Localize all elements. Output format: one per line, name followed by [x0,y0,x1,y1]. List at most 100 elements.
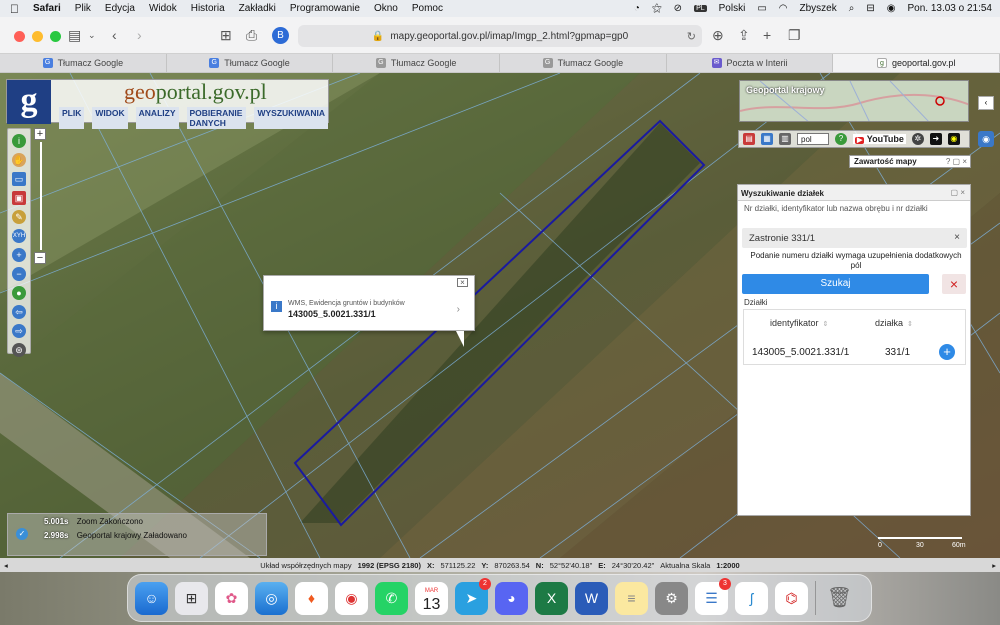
print-icon[interactable]: ⎙ [246,26,257,44]
language-select[interactable]: pol [797,133,829,145]
login-arrow-icon[interactable]: ➜ [929,133,942,145]
map-contents-controls[interactable]: ? ▢ × [946,156,967,168]
wifi-icon[interactable]: ◠ [779,3,788,14]
info-tool-icon[interactable]: i [12,134,26,148]
shazam-icon[interactable]: ʃ [735,581,768,615]
zoom-in-tool-icon[interactable]: + [12,248,26,262]
search-panel-window-controls[interactable]: ▢ × [951,188,965,197]
chevron-right-icon[interactable]: › [457,304,460,315]
contrast-eye-icon[interactable]: ◉ [947,133,960,145]
tab-tlumacz-3[interactable]: G Tłumacz Google [333,54,501,72]
parcel-search-input[interactable]: Zastronie 331/1 × [742,228,967,248]
chevron-down-icon[interactable]: ⌄ [88,26,96,44]
notification-icon[interactable]: ◔ [634,3,640,14]
share-icon[interactable]: ⇪ [738,26,750,44]
tab-tlumacz-4[interactable]: G Tłumacz Google [500,54,667,72]
menu-item-widok[interactable]: Widok [149,3,177,14]
zoom-out-tool-icon[interactable]: − [12,267,26,281]
launchpad-icon[interactable]: ⊞ [175,581,208,615]
tabs-icon[interactable]: ❐ [788,26,801,44]
acrobat-icon[interactable]: ⌬ [775,581,808,615]
search-button[interactable]: Szukaj [742,274,929,294]
excel-icon[interactable]: X [535,581,568,615]
collapse-icon[interactable]: ‹ [978,96,994,110]
next-view-icon[interactable]: ⇨ [12,324,26,338]
popup-close-button[interactable]: × [457,278,468,287]
reload-icon[interactable]: ↻ [687,30,696,43]
sort-icon[interactable]: ⇕ [823,321,829,328]
help-icon[interactable]: ? [835,133,847,145]
whatsapp-icon[interactable]: ✆ [375,581,408,615]
reminders-icon[interactable]: ☰ 3 [695,577,731,615]
bluetooth-icon[interactable]: ⚝ [652,3,662,14]
add-parcel-icon[interactable]: + [939,344,955,360]
discord-icon[interactable]: ◕ [495,581,528,615]
scroll-left-icon[interactable]: ◂ [4,561,8,570]
select-area-icon[interactable]: ▭ [12,172,26,186]
menu-item-pomoc[interactable]: Pomoc [412,3,443,14]
tab-poczta[interactable]: ✉ Poczta w Interii [667,54,834,72]
trash-icon[interactable]: 🗑 [823,582,856,615]
back-icon[interactable]: ‹ [112,26,117,44]
menu-widok[interactable]: WIDOK [92,107,128,129]
new-tab-icon[interactable]: + [763,26,771,44]
user-name[interactable]: Zbyszek [800,3,837,14]
forward-icon[interactable]: › [137,26,142,44]
keyboard-layout-badge[interactable]: PL [694,5,707,12]
minimize-window-button[interactable] [32,31,43,42]
keyboard-language[interactable]: Polski [719,3,746,14]
word-icon[interactable]: W [575,581,608,615]
sort-icon[interactable]: ⇕ [907,321,913,328]
tab-geoportal[interactable]: g geoportal.gov.pl [833,54,1000,72]
menu-item-okno[interactable]: Okno [374,3,398,14]
overview-map[interactable]: Geoportal krajowy [739,80,969,122]
photos-icon[interactable]: ✿ [215,581,248,615]
address-bar[interactable]: 🔒 mapy.geoportal.gov.pl/imap/Imgp_2.html… [298,25,702,47]
tab-tlumacz-1[interactable]: G Tłumacz Google [0,54,167,72]
clock[interactable]: Pon. 13.03 o 21:54 [907,3,992,14]
notes-icon[interactable]: ≡ [615,581,648,615]
scroll-right-icon[interactable]: ▸ [992,561,996,570]
tab-tlumacz-2[interactable]: G Tłumacz Google [167,54,334,72]
menu-item-historia[interactable]: Historia [191,3,225,14]
menu-wyszukiwania[interactable]: WYSZUKIWANIA [254,107,328,129]
draw-pencil-icon[interactable]: ✎ [12,210,26,224]
clear-icon[interactable]: × [954,232,960,243]
full-extent-icon[interactable]: ⊛ [12,343,26,357]
youtube-link[interactable]: ▶ YouTube [853,134,906,144]
menu-item-edycja[interactable]: Edycja [105,3,135,14]
telegram-icon[interactable]: ➤ 2 [455,577,491,615]
zoom-track[interactable] [40,142,42,250]
map-icon[interactable]: ▦ [761,133,773,145]
apple-icon[interactable]:  [10,2,19,16]
menu-item-programowanie[interactable]: Programowanie [290,3,360,14]
dnd-icon[interactable]: ⊘ [674,3,682,14]
menu-plik[interactable]: PLIK [59,107,85,129]
siri-icon[interactable]: ◉ [887,3,896,14]
menu-analizy[interactable]: ANALIZY [135,107,179,129]
battery-icon[interactable]: ▭ [757,3,766,14]
extension-icon[interactable]: B [272,27,289,44]
previous-view-icon[interactable]: ⇦ [12,305,26,319]
globe-icon[interactable]: ● [12,286,26,300]
accessibility-icon[interactable]: ✲ [911,133,924,145]
search-icon[interactable]: ⌕ [849,3,855,14]
pan-hand-icon[interactable]: ✋ [12,153,26,167]
safari-icon[interactable]: ◎ [255,581,288,615]
menu-pobieranie-danych[interactable]: POBIERANIE DANYCH [186,107,247,129]
download-icon[interactable]: ⊕ [712,26,724,44]
zoom-window-button[interactable] [50,31,61,42]
cancel-search-button[interactable]: × [942,274,966,294]
eye-toggle-icon[interactable]: ◉ [978,131,994,147]
menu-item-zakladki[interactable]: Zakładki [239,3,276,14]
chrome-icon[interactable]: ◉ [335,581,368,615]
zoom-slider[interactable]: + − [34,128,48,266]
close-window-button[interactable] [14,31,25,42]
tab-overview-icon[interactable]: ⊞ [220,26,232,44]
measure-icon[interactable]: ▣ [12,191,26,205]
zoom-out-button[interactable]: − [34,252,46,264]
calendar-icon[interactable]: MAR 13 [415,581,448,615]
menu-item-plik[interactable]: Plik [75,3,91,14]
sidebar-icon[interactable]: ▤ [68,26,81,44]
column-header-dzialka[interactable]: działka ⇕ [875,318,913,328]
